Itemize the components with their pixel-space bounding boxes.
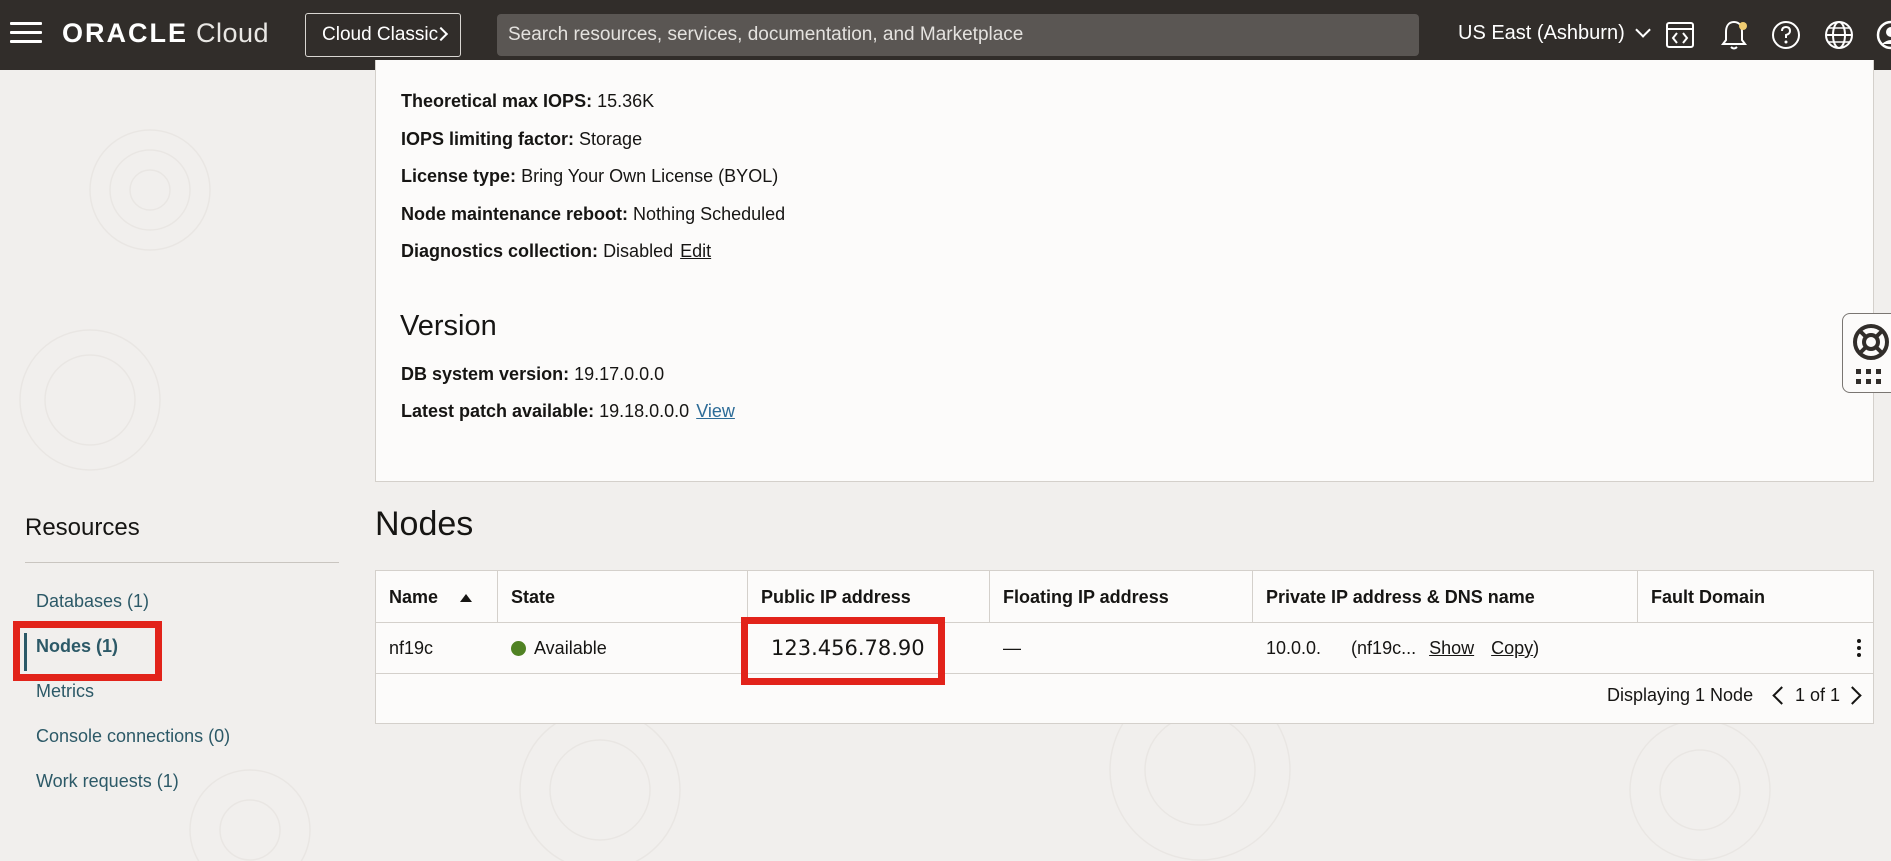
next-page-icon[interactable] <box>1843 686 1862 705</box>
copy-dns-link[interactable]: Copy <box>1491 638 1533 658</box>
lifebuoy-icon <box>1853 324 1889 360</box>
column-header-name[interactable]: Name <box>376 571 498 623</box>
code-editor-icon[interactable] <box>1662 17 1698 53</box>
column-header-public-ip[interactable]: Public IP address <box>748 571 990 623</box>
profile-icon[interactable] <box>1873 17 1891 53</box>
dns-name-suffix: ) <box>1533 638 1540 658</box>
diagnostics-edit-link[interactable]: Edit <box>680 241 711 261</box>
diagnostics-value: Disabled <box>603 241 674 261</box>
cloud-classic-label: Cloud Classic <box>322 24 439 45</box>
latest-patch-value: 19.18.0.0.0 <box>599 401 690 421</box>
maintenance-row: Node maintenance reboot: Nothing Schedul… <box>401 204 785 225</box>
column-name-label: Name <box>389 587 439 607</box>
maintenance-value: Nothing Scheduled <box>633 204 786 224</box>
max-iops-row: Theoretical max IOPS: 15.36K <box>401 91 654 112</box>
maintenance-label: Node maintenance reboot: <box>401 204 629 224</box>
cell-node-name[interactable]: nf19c <box>376 623 433 673</box>
cell-floating-ip: — <box>1003 638 1021 658</box>
cell-private-ip: 10.0.0. (nf19c... Show Copy) <box>1253 623 1539 673</box>
nodes-heading: Nodes <box>375 505 474 543</box>
diagnostics-label: Diagnostics collection: <box>401 241 599 261</box>
page-indicator: 1 of 1 <box>1795 685 1841 705</box>
cell-state: Available <box>498 623 607 673</box>
view-patch-link[interactable]: View <box>696 401 735 421</box>
nodes-highlight-box <box>13 621 162 681</box>
resources-heading: Resources <box>25 514 140 541</box>
private-ip-value: 10.0.0. <box>1266 638 1322 658</box>
cloud-classic-button[interactable]: Cloud Classic <box>305 13 461 57</box>
show-dns-link[interactable]: Show <box>1429 638 1474 658</box>
diagnostics-row: Diagnostics collection: Disabled Edit <box>401 241 711 262</box>
search-input[interactable] <box>497 14 1419 56</box>
license-label: License type: <box>401 166 517 186</box>
db-version-row: DB system version: 19.17.0.0.0 <box>401 364 664 385</box>
brand-oracle: ORACLE <box>62 18 188 48</box>
row-actions-icon[interactable] <box>1857 639 1863 660</box>
globe-icon[interactable] <box>1821 17 1857 53</box>
column-header-state[interactable]: State <box>498 571 748 623</box>
menu-icon[interactable] <box>10 22 42 46</box>
nodes-table: Name State Public IP address Floating IP… <box>375 570 1874 724</box>
column-header-private-ip[interactable]: Private IP address & DNS name <box>1253 571 1638 623</box>
version-heading: Version <box>400 310 497 342</box>
resources-divider <box>25 562 339 563</box>
column-header-fault-domain[interactable]: Fault Domain <box>1638 571 1873 623</box>
previous-page-icon[interactable] <box>1772 686 1791 705</box>
column-header-floating-ip[interactable]: Floating IP address <box>990 571 1253 623</box>
resource-item-metrics[interactable]: Metrics <box>36 681 94 702</box>
public-ip-highlight-box <box>741 617 945 685</box>
redacted-area <box>857 405 1013 447</box>
license-row: License type: Bring Your Own License (BY… <box>401 166 778 187</box>
dns-name-prefix: (nf19c... <box>1351 638 1417 658</box>
resource-item-work-requests[interactable]: Work requests (1) <box>36 771 179 792</box>
iops-limit-value: Storage <box>579 129 643 149</box>
chevron-down-icon <box>1634 22 1651 38</box>
state-label: Available <box>534 638 607 658</box>
max-iops-label: Theoretical max IOPS: <box>401 91 593 111</box>
db-version-label: DB system version: <box>401 364 570 384</box>
bell-icon[interactable] <box>1716 17 1752 53</box>
iops-limit-label: IOPS limiting factor: <box>401 129 575 149</box>
row-divider <box>376 673 1873 674</box>
resource-item-databases[interactable]: Databases (1) <box>36 591 149 612</box>
iops-limit-row: IOPS limiting factor: Storage <box>401 129 642 150</box>
available-status-icon <box>511 641 526 656</box>
resource-item-console-connections[interactable]: Console connections (0) <box>36 726 230 747</box>
displaying-count: Displaying 1 Node <box>1607 685 1754 705</box>
brand-cloud: Cloud <box>196 18 270 48</box>
license-value: Bring Your Own License (BYOL) <box>521 166 779 186</box>
region-label: US East (Ashburn) <box>1458 22 1625 44</box>
sort-ascending-icon[interactable] <box>460 594 473 603</box>
region-selector[interactable]: US East (Ashburn) <box>1458 22 1651 45</box>
latest-patch-row: Latest patch available: 19.18.0.0.0 View <box>401 401 735 422</box>
help-icon[interactable] <box>1768 17 1804 53</box>
latest-patch-label: Latest patch available: <box>401 401 595 421</box>
max-iops-value: 15.36K <box>597 91 655 111</box>
oracle-cloud-logo[interactable]: ORACLE Cloud <box>62 18 269 49</box>
apps-grid-icon <box>1856 369 1881 384</box>
help-widget[interactable] <box>1842 313 1891 393</box>
db-version-value: 19.17.0.0.0 <box>574 364 665 384</box>
